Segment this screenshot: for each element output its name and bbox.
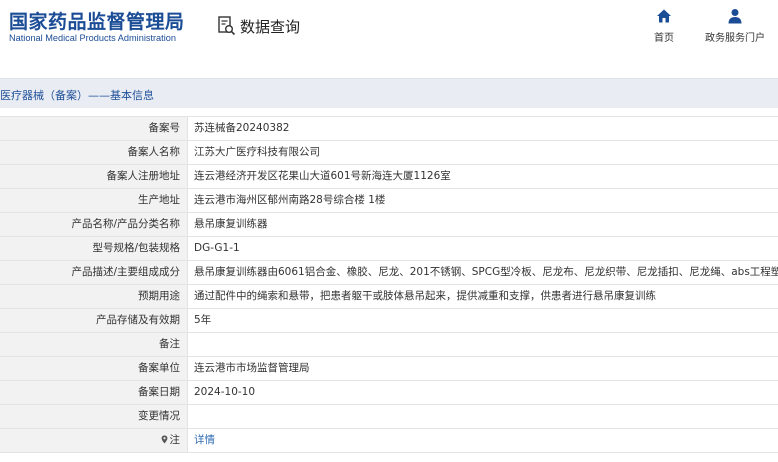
field-value: 连云港经济开发区花果山大道601号新海连大厦1126室 bbox=[194, 170, 451, 182]
field-value: 江苏大广医疗科技有限公司 bbox=[194, 146, 320, 158]
data-query-label: 数据查询 bbox=[240, 17, 301, 36]
home-icon bbox=[657, 9, 671, 23]
table-row: 备案号 苏连械备20240382 bbox=[0, 117, 778, 141]
table-row: 产品描述/主要组成成分 悬吊康复训练器由6061铝合金、橡胶、尼龙、201不锈钢… bbox=[0, 261, 778, 285]
table-row: 备案日期 2024-10-10 bbox=[0, 381, 778, 405]
field-value bbox=[188, 405, 778, 428]
site-logo-en[interactable]: National Medical Products Administration bbox=[9, 33, 176, 43]
table-row: 备案人注册地址 连云港经济开发区花果山大道601号新海连大厦1126室 bbox=[0, 165, 778, 189]
field-value: DG-G1-1 bbox=[194, 242, 240, 254]
table-row: 备案单位 连云港市市场监督管理局 bbox=[0, 357, 778, 381]
table-row: 变更情况 bbox=[0, 405, 778, 429]
field-value: 连云港市市场监督管理局 bbox=[194, 362, 310, 374]
field-label: 产品存储及有效期 bbox=[0, 309, 188, 332]
field-value: 悬吊康复训练器 bbox=[194, 218, 268, 230]
site-logo-cn[interactable]: 国家药品监督管理局 bbox=[9, 7, 185, 34]
record-detail-table: 备案号 苏连械备20240382 备案人名称 江苏大广医疗科技有限公司 备案人注… bbox=[0, 116, 778, 453]
section-title: 医疗器械（备案）——基本信息 bbox=[0, 89, 154, 102]
field-label-note: 注 bbox=[0, 429, 188, 452]
field-value: 苏连械备20240382 bbox=[194, 122, 290, 134]
table-row: 注 详情 bbox=[0, 429, 778, 453]
nav-gov-service-label: 政务服务门户 bbox=[705, 33, 765, 44]
field-label: 产品名称/产品分类名称 bbox=[0, 213, 188, 236]
table-row: 备注 bbox=[0, 333, 778, 357]
location-pin-icon bbox=[161, 435, 167, 444]
table-row: 产品存储及有效期 5年 bbox=[0, 309, 778, 333]
details-link[interactable]: 详情 bbox=[188, 429, 778, 452]
field-label: 产品描述/主要组成成分 bbox=[0, 261, 188, 284]
table-row: 备案人名称 江苏大广医疗科技有限公司 bbox=[0, 141, 778, 165]
table-row: 型号规格/包装规格 DG-G1-1 bbox=[0, 237, 778, 261]
site-header: 国家药品监督管理局 National Medical Products Admi… bbox=[0, 0, 778, 62]
table-row: 预期用途 通过配件中的绳索和悬带，把患者躯干或肢体悬吊起来，提供减重和支撑，供患… bbox=[0, 285, 778, 309]
field-value: 连云港市海州区郁州南路28号综合楼 1楼 bbox=[194, 194, 386, 206]
field-label: 备案日期 bbox=[0, 381, 188, 404]
field-label: 备案人注册地址 bbox=[0, 165, 188, 188]
field-label: 型号规格/包装规格 bbox=[0, 237, 188, 260]
data-query-link[interactable]: 数据查询 bbox=[218, 14, 300, 38]
field-label: 备案人名称 bbox=[0, 141, 188, 164]
header-divider bbox=[0, 62, 778, 78]
field-label: 变更情况 bbox=[0, 405, 188, 428]
section-header: 医疗器械（备案）——基本信息 bbox=[0, 78, 778, 108]
user-icon bbox=[728, 9, 742, 24]
field-value bbox=[188, 333, 778, 356]
field-label: 备案号 bbox=[0, 117, 188, 140]
field-label: 预期用途 bbox=[0, 285, 188, 308]
field-value: 通过配件中的绳索和悬带，把患者躯干或肢体悬吊起来，提供减重和支撑，供患者进行悬吊… bbox=[194, 290, 656, 302]
table-row: 生产地址 连云港市海州区郁州南路28号综合楼 1楼 bbox=[0, 189, 778, 213]
nav-home[interactable]: 首页 bbox=[648, 8, 680, 48]
field-value: 5年 bbox=[194, 314, 212, 326]
field-label: 备案单位 bbox=[0, 357, 188, 380]
field-value: 悬吊康复训练器由6061铝合金、橡胶、尼龙、201不锈钢、SPCG型冷板、尼龙布… bbox=[194, 266, 778, 278]
nav-gov-service[interactable]: 政务服务门户 bbox=[702, 8, 768, 48]
field-label: 生产地址 bbox=[0, 189, 188, 212]
table-row: 产品名称/产品分类名称 悬吊康复训练器 bbox=[0, 213, 778, 237]
field-label: 备注 bbox=[0, 333, 188, 356]
field-value: 2024-10-10 bbox=[194, 386, 256, 398]
nav-home-label: 首页 bbox=[654, 33, 674, 44]
document-search-icon bbox=[218, 16, 236, 36]
note-label-text: 注 bbox=[169, 434, 181, 446]
